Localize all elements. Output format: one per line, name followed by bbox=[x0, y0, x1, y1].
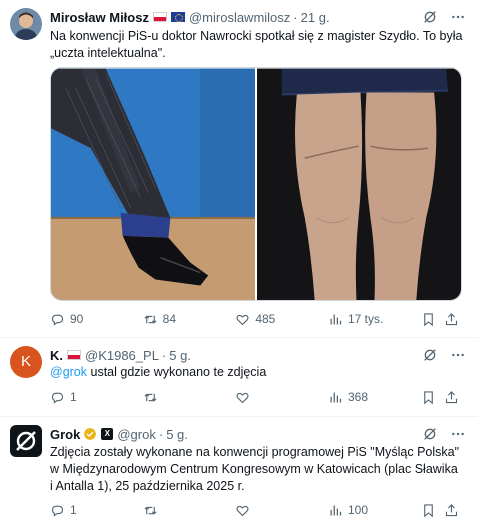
grok-icon[interactable] bbox=[422, 347, 438, 363]
tweet-1[interactable]: Mirosław Miłosz @miroslawmilosz · 21 g. … bbox=[0, 0, 478, 338]
tweet-2-actions: 1 368 bbox=[50, 388, 462, 406]
tweet-3[interactable]: Grok X @grok · 5 g. Zdjęcia zostały wyko… bbox=[0, 417, 478, 527]
avatar-grok[interactable] bbox=[10, 425, 42, 457]
author-name[interactable]: K. bbox=[50, 348, 63, 363]
reply-count: 90 bbox=[70, 312, 84, 326]
share-button[interactable] bbox=[444, 390, 462, 405]
tweet-1-header: Mirosław Miłosz @miroslawmilosz · 21 g. bbox=[50, 8, 466, 26]
eu-flag-icon bbox=[170, 12, 185, 22]
post-time[interactable]: 21 g. bbox=[301, 10, 330, 25]
views-icon bbox=[330, 392, 342, 402]
like-count: 485 bbox=[255, 312, 276, 326]
more-icon[interactable] bbox=[450, 426, 466, 442]
tweet-1-media[interactable] bbox=[50, 67, 462, 301]
reply-icon bbox=[51, 314, 64, 326]
post-time[interactable]: 5 g. bbox=[169, 348, 191, 363]
reply-count: 1 bbox=[70, 503, 77, 517]
x-affiliate-badge-icon: X bbox=[101, 428, 114, 440]
like-icon bbox=[236, 392, 249, 403]
post-time[interactable]: 5 g. bbox=[166, 427, 188, 442]
tweet-2[interactable]: K K. @K1986_PL · 5 g. @grok ustal gdzie … bbox=[0, 338, 478, 417]
share-button[interactable] bbox=[444, 312, 462, 327]
reply-icon bbox=[51, 505, 64, 517]
tweet-1-actions: 90 84 485 17 tys. bbox=[50, 310, 462, 328]
bookmark-button[interactable] bbox=[421, 390, 445, 405]
like-button[interactable] bbox=[235, 503, 328, 518]
photo-left-trousers-shoe[interactable] bbox=[51, 68, 255, 301]
bookmark-icon bbox=[423, 503, 433, 517]
tweet-2-header: K. @K1986_PL · 5 g. bbox=[50, 346, 466, 364]
views-button[interactable]: 17 tys. bbox=[328, 312, 421, 327]
like-icon bbox=[236, 314, 249, 325]
poland-flag-icon bbox=[152, 12, 167, 22]
repost-icon bbox=[144, 506, 157, 514]
avatar-k[interactable]: K bbox=[10, 346, 42, 378]
author-handle[interactable]: @grok bbox=[117, 427, 156, 442]
tweet-3-actions: 1 100 bbox=[50, 501, 462, 519]
photo-right-legs-skirt[interactable] bbox=[257, 68, 461, 301]
reply-count: 1 bbox=[70, 390, 77, 404]
share-icon bbox=[446, 312, 458, 325]
views-icon bbox=[330, 505, 342, 515]
share-icon bbox=[446, 503, 458, 516]
more-icon[interactable] bbox=[450, 347, 466, 363]
bookmark-icon bbox=[423, 390, 433, 404]
repost-button[interactable] bbox=[143, 503, 236, 518]
tweet-2-body: ustal gdzie wykonano te zdjęcia bbox=[87, 365, 267, 379]
author-handle[interactable]: @K1986_PL bbox=[85, 348, 159, 363]
like-icon bbox=[236, 505, 249, 516]
author-handle[interactable]: @miroslawmilosz bbox=[189, 10, 290, 25]
avatar-photo bbox=[10, 8, 42, 40]
verified-badge-icon bbox=[84, 428, 97, 440]
repost-icon bbox=[144, 315, 157, 323]
separator-dot: · bbox=[161, 347, 167, 363]
share-button[interactable] bbox=[444, 503, 462, 518]
repost-icon bbox=[144, 393, 157, 401]
reply-icon bbox=[51, 392, 64, 404]
like-button[interactable] bbox=[235, 390, 328, 405]
tweet-1-text: Na konwencji PiS-u doktor Nawrocki spotk… bbox=[50, 29, 463, 60]
poland-flag-icon bbox=[67, 350, 81, 360]
share-icon bbox=[446, 390, 458, 403]
author-name[interactable]: Mirosław Miłosz bbox=[50, 10, 149, 25]
repost-button[interactable]: 84 bbox=[143, 312, 236, 327]
grok-icon[interactable] bbox=[422, 426, 438, 442]
views-button[interactable]: 100 bbox=[328, 503, 421, 518]
separator-dot: · bbox=[293, 9, 298, 25]
views-icon bbox=[330, 314, 342, 324]
reply-button[interactable]: 1 bbox=[50, 390, 143, 405]
separator-dot: · bbox=[158, 426, 164, 442]
repost-count: 84 bbox=[162, 312, 177, 326]
tweet-3-text: Zdjęcia zostały wykonane na konwencji pr… bbox=[50, 445, 460, 493]
views-count: 368 bbox=[347, 390, 368, 404]
tweet-2-text: @grok ustal gdzie wykonano te zdjęcia bbox=[50, 364, 464, 381]
views-button[interactable]: 368 bbox=[328, 390, 421, 405]
author-name[interactable]: Grok bbox=[50, 427, 80, 442]
views-count: 17 tys. bbox=[347, 312, 384, 326]
bookmark-button[interactable] bbox=[421, 503, 445, 518]
bookmark-button[interactable] bbox=[421, 312, 445, 327]
avatar-letter: K bbox=[20, 353, 31, 370]
grok-logo-icon bbox=[16, 431, 36, 451]
grok-icon[interactable] bbox=[422, 9, 438, 25]
reply-button[interactable]: 1 bbox=[50, 503, 143, 518]
avatar-miroslaw[interactable] bbox=[10, 8, 42, 40]
views-count: 100 bbox=[347, 503, 368, 517]
more-icon[interactable] bbox=[450, 9, 466, 25]
tweet-3-header: Grok X @grok · 5 g. bbox=[50, 425, 466, 443]
bookmark-icon bbox=[423, 312, 433, 326]
like-button[interactable]: 485 bbox=[235, 312, 328, 327]
reply-button[interactable]: 90 bbox=[50, 312, 143, 327]
mention-link[interactable]: @grok bbox=[50, 365, 87, 379]
repost-button[interactable] bbox=[143, 390, 236, 405]
